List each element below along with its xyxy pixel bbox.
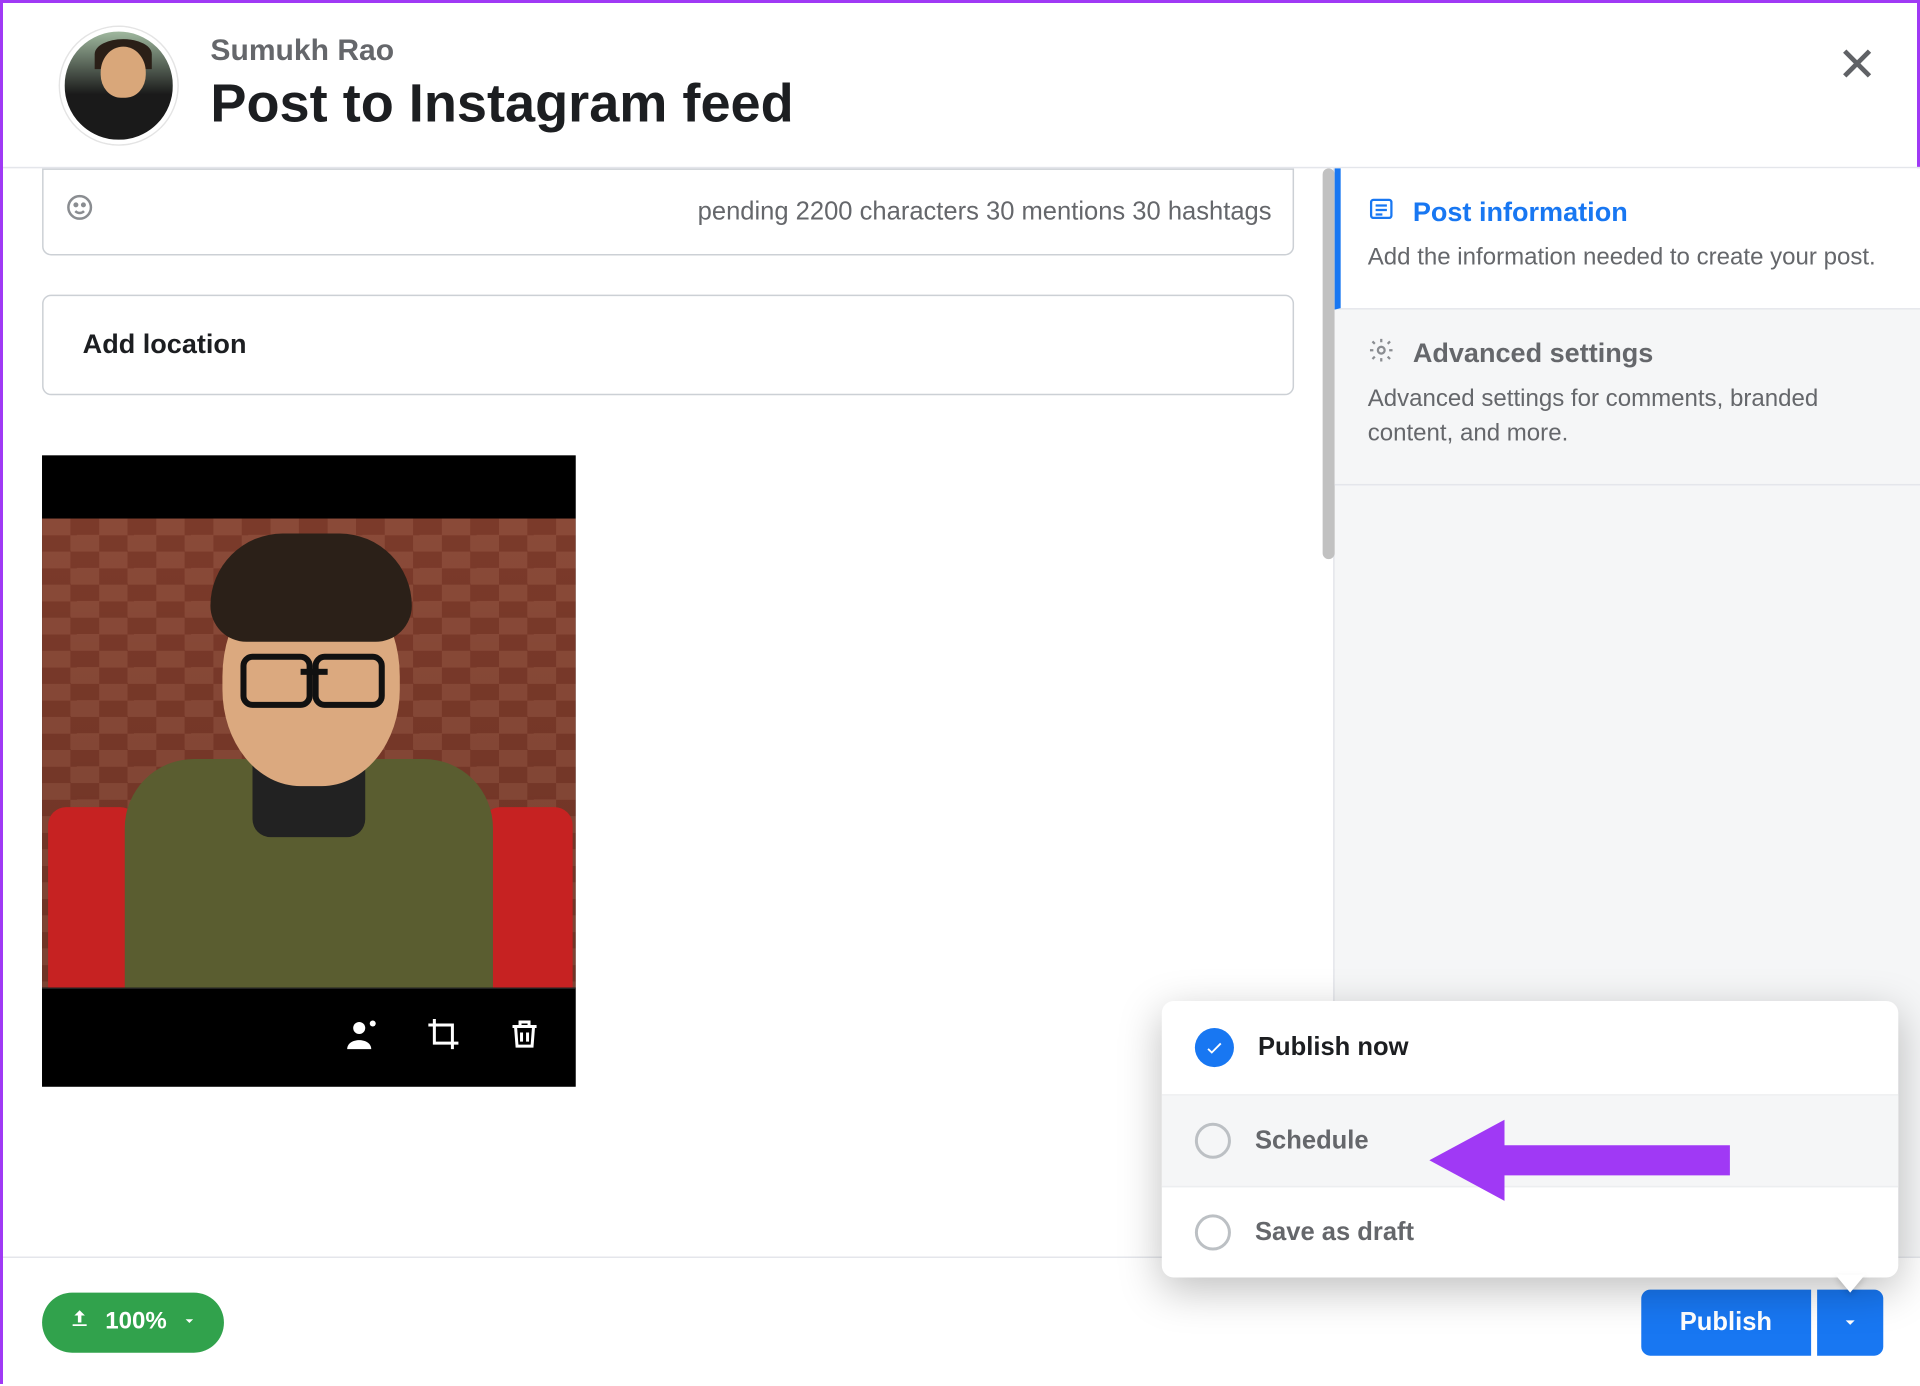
option-label-publish-now: Publish now	[1258, 1033, 1408, 1063]
sidebar-item-advanced-settings[interactable]: Advanced settings Advanced settings for …	[1335, 310, 1920, 486]
gear-icon	[1368, 337, 1395, 372]
caret-down-icon	[1841, 1313, 1859, 1331]
option-label-schedule: Schedule	[1255, 1126, 1369, 1156]
crop-icon[interactable]	[425, 1016, 461, 1060]
publish-button[interactable]: Publish	[1641, 1289, 1811, 1355]
option-publish-now[interactable]: Publish now	[1162, 1001, 1898, 1096]
header-user-name: Sumukh Rao	[210, 35, 1877, 70]
media-image	[42, 519, 576, 988]
sidebar-title-advanced: Advanced settings	[1413, 339, 1654, 371]
page-title: Post to Instagram feed	[210, 72, 1877, 135]
modal-header: Sumukh Rao Post to Instagram feed ✕	[3, 3, 1920, 168]
upload-icon	[69, 1308, 90, 1337]
trash-icon[interactable]	[507, 1016, 543, 1060]
emoji-icon[interactable]	[65, 192, 95, 231]
option-save-draft[interactable]: Save as draft	[1162, 1187, 1898, 1277]
popover-tail	[1835, 1275, 1865, 1293]
tag-people-icon[interactable]	[344, 1016, 380, 1060]
add-location-label: Add location	[44, 329, 286, 361]
option-schedule[interactable]: Schedule	[1162, 1096, 1898, 1188]
main-column: pending 2200 characters 30 mentions 30 h…	[3, 168, 1333, 1256]
sidebar-item-post-information[interactable]: Post information Add the information nee…	[1335, 168, 1920, 310]
publish-options-popover: Publish now Schedule Save as draft	[1162, 1001, 1898, 1278]
sidebar-desc-post-info: Add the information needed to create you…	[1368, 242, 1890, 276]
upload-progress-pill[interactable]: 100%	[42, 1292, 224, 1352]
media-preview	[42, 455, 576, 1086]
upload-percent: 100%	[105, 1308, 167, 1335]
sidebar-title-post-info: Post information	[1413, 197, 1628, 229]
close-icon[interactable]: ✕	[1837, 36, 1877, 93]
scrollbar-thumb[interactable]	[1323, 168, 1335, 559]
list-icon	[1368, 195, 1395, 230]
sidebar-desc-advanced: Advanced settings for comments, branded …	[1368, 384, 1890, 451]
caret-down-icon	[182, 1308, 197, 1335]
radio-empty-icon	[1195, 1123, 1231, 1159]
caption-footer: pending 2200 characters 30 mentions 30 h…	[42, 168, 1294, 255]
radio-empty-icon	[1195, 1214, 1231, 1250]
option-label-save-draft: Save as draft	[1255, 1217, 1414, 1247]
radio-selected-icon	[1195, 1028, 1234, 1067]
avatar	[60, 26, 177, 143]
caption-counter: pending 2200 characters 30 mentions 30 h…	[698, 197, 1272, 227]
publish-options-button[interactable]	[1817, 1289, 1883, 1355]
footer: 100% Publish Publish now Schedule	[3, 1257, 1920, 1386]
add-location-row[interactable]: Add location	[42, 295, 1294, 396]
